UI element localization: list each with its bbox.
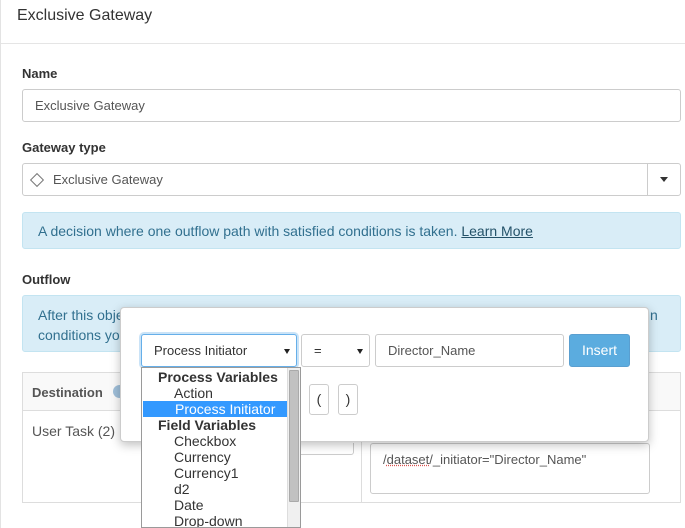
variable-select[interactable]: Process Initiator (141, 334, 297, 367)
diamond-icon (29, 172, 45, 188)
name-input[interactable]: Exclusive Gateway (22, 89, 681, 122)
gateway-info-alert: A decision where one outflow path with s… (22, 212, 681, 249)
dropdown-option-process-initiator[interactable]: Process Initiator (143, 401, 288, 417)
caret-down-icon (284, 349, 290, 354)
caret-down-icon (660, 177, 668, 182)
dropdown-option-action[interactable]: Action (142, 385, 288, 401)
close-paren-button[interactable]: ) (338, 384, 358, 415)
variable-select-value: Process Initiator (154, 343, 248, 358)
value-input[interactable]: Director_Name (375, 334, 564, 367)
gateway-type-select[interactable]: Exclusive Gateway (22, 163, 681, 196)
destination-cell: User Task (2) (32, 423, 115, 439)
dropdown-option-d2[interactable]: d2 (142, 481, 288, 497)
operator-select[interactable]: = (301, 334, 370, 367)
gateway-type-value: Exclusive Gateway (53, 172, 163, 187)
title-divider (1, 43, 685, 44)
condition-misspelled-word: dataset (386, 452, 430, 467)
name-label: Name (22, 66, 58, 81)
condition-textarea[interactable]: /dataset/_initiator="Director_Name" (370, 443, 650, 494)
dropdown-option-date[interactable]: Date (142, 497, 288, 513)
dropdown-option-drop-down[interactable]: Drop-down (142, 513, 288, 527)
dropdown-scrollbar[interactable] (287, 368, 300, 527)
gateway-info-text: A decision where one outflow path with s… (38, 223, 458, 239)
outflow-label: Outflow (22, 272, 71, 287)
dropdown-option-currency[interactable]: Currency (142, 449, 288, 465)
dropdown-group-process-variables: Process Variables (158, 369, 278, 385)
gateway-properties-panel: Exclusive Gateway Name Exclusive Gateway… (0, 0, 685, 528)
destination-header: Destination (32, 385, 103, 400)
operator-select-value: = (314, 343, 322, 358)
scrollbar-thumb[interactable] (289, 370, 299, 502)
outflow-info-line1-end: n (650, 307, 658, 323)
gateway-type-toggle[interactable] (647, 164, 680, 195)
dropdown-group-field-variables: Field Variables (158, 417, 257, 433)
gateway-type-label: Gateway type (22, 140, 106, 155)
dropdown-option-currency1[interactable]: Currency1 (142, 465, 288, 481)
condition-suffix: /_initiator="Director_Name" (429, 452, 587, 467)
open-paren-button[interactable]: ( (309, 384, 329, 415)
variable-dropdown-list[interactable]: Process Variables Action Process Initiat… (141, 367, 301, 528)
caret-down-icon (357, 349, 363, 354)
insert-button[interactable]: Insert (569, 334, 630, 367)
learn-more-link[interactable]: Learn More (461, 223, 533, 239)
panel-title: Exclusive Gateway (17, 7, 153, 24)
dropdown-option-checkbox[interactable]: Checkbox (142, 433, 288, 449)
